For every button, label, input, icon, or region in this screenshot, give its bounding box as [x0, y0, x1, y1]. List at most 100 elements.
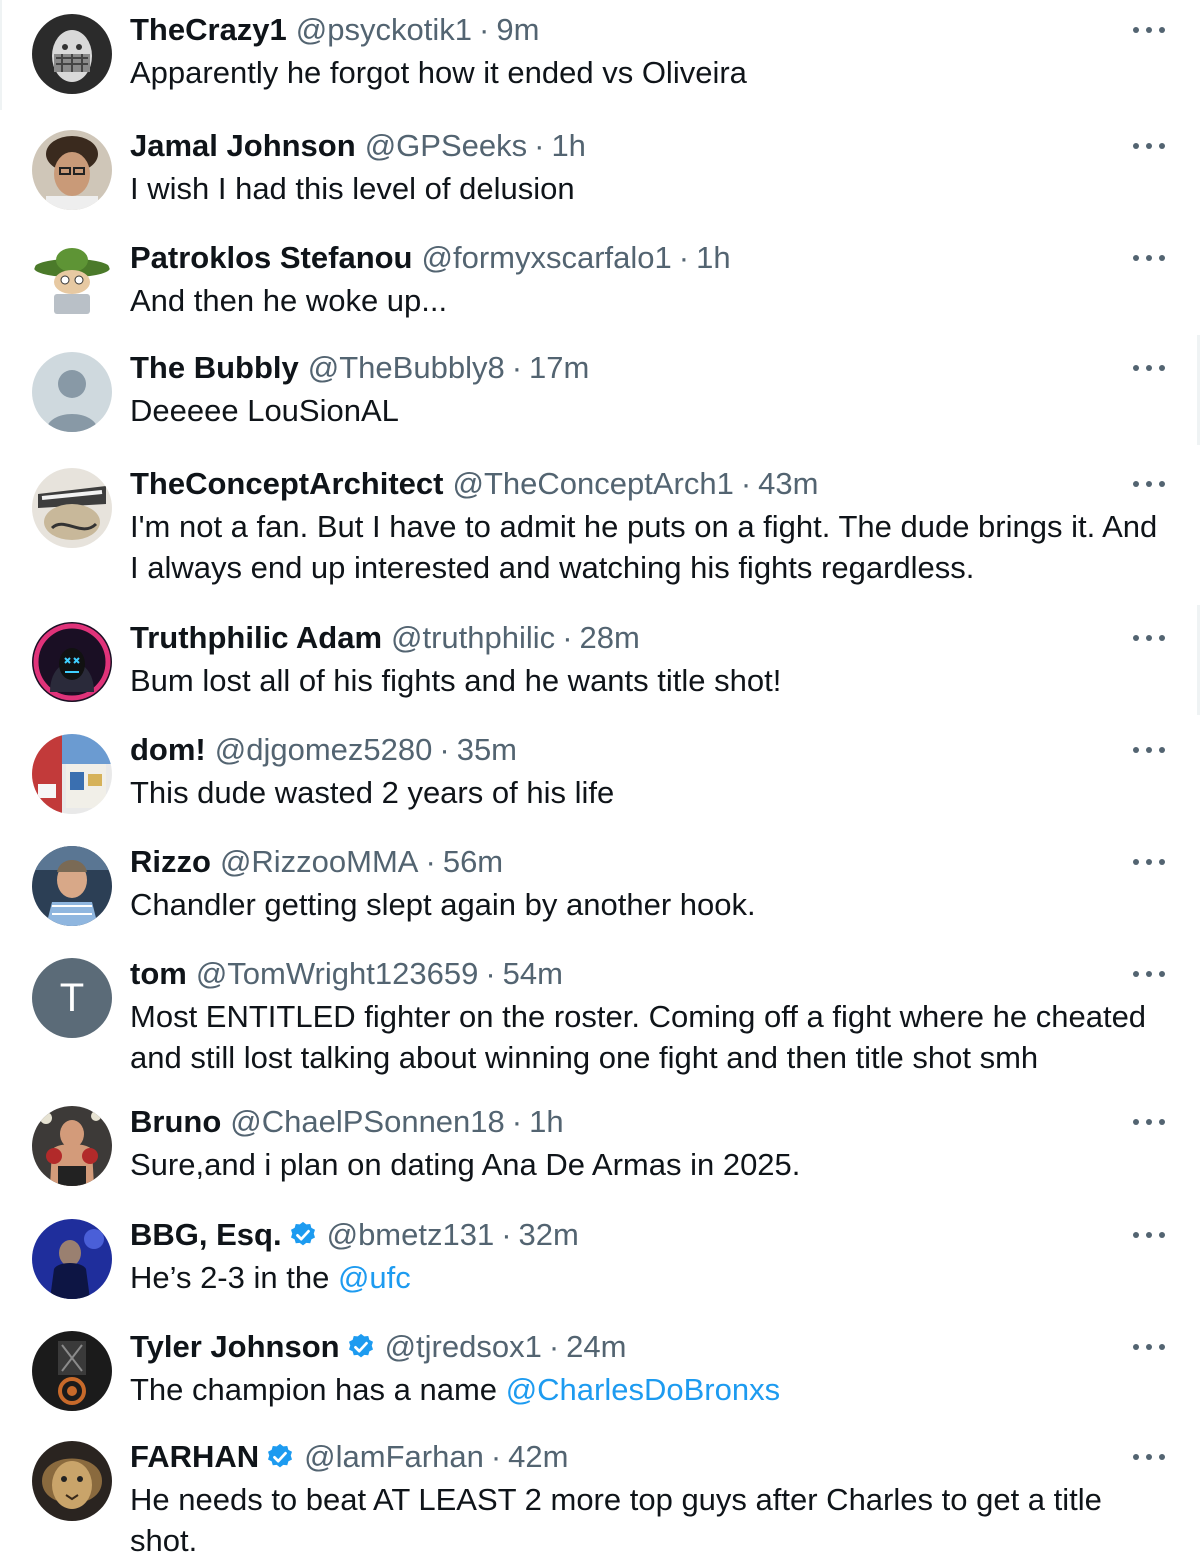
handle[interactable]: @tjredsox1: [385, 1325, 542, 1369]
timestamp[interactable]: 1h: [529, 1100, 563, 1144]
avatar[interactable]: [32, 734, 112, 814]
handle[interactable]: @bmetz131: [327, 1213, 495, 1257]
separator: ·: [485, 956, 496, 991]
avatar-image: [32, 1441, 112, 1521]
display-name[interactable]: dom!: [130, 728, 206, 772]
handle[interactable]: @psyckotik1: [296, 8, 472, 52]
default-avatar-icon: [32, 352, 112, 432]
avatar-image: [32, 1106, 112, 1186]
more-options-icon[interactable]: [1133, 630, 1165, 646]
reply-text: I wish I had this level of delusion: [130, 171, 575, 206]
timestamp[interactable]: 17m: [529, 346, 589, 390]
more-options-icon[interactable]: [1133, 138, 1165, 154]
separator: ·: [490, 1439, 502, 1474]
avatar-letter: T: [59, 976, 85, 1020]
more-options-icon[interactable]: [1133, 1449, 1165, 1465]
more-options-icon[interactable]: [1133, 22, 1165, 38]
handle[interactable]: @RizzooMMA: [220, 840, 419, 884]
display-name[interactable]: TheConceptArchitect: [130, 462, 443, 506]
timestamp[interactable]: 35m: [457, 728, 517, 772]
reply-text: He needs to beat AT LEAST 2 more top guy…: [130, 1482, 1102, 1558]
avatar-image: [32, 846, 112, 926]
display-name[interactable]: TheCrazy1: [130, 8, 287, 52]
more-options-icon[interactable]: [1133, 966, 1165, 982]
avatar-image: [32, 1219, 112, 1299]
separator: ·: [511, 350, 523, 385]
display-name[interactable]: Patroklos Stefanou: [130, 236, 413, 280]
verified-badge-icon: [346, 1332, 376, 1362]
more-options-icon[interactable]: [1133, 476, 1165, 492]
more-options-icon[interactable]: [1133, 854, 1165, 870]
timestamp[interactable]: 32m: [519, 1213, 579, 1257]
timestamp[interactable]: 9m: [496, 8, 539, 52]
handle[interactable]: @lamFarhan: [304, 1435, 484, 1479]
avatar[interactable]: [32, 242, 112, 322]
reply-text: Bum lost all of his fights and he wants …: [130, 663, 782, 698]
timestamp[interactable]: 56m: [443, 840, 503, 884]
avatar[interactable]: [32, 468, 112, 548]
avatar[interactable]: [32, 1219, 112, 1299]
timestamp[interactable]: 1h: [551, 124, 585, 168]
display-name[interactable]: Jamal Johnson: [130, 124, 356, 168]
handle[interactable]: @GPSeeks: [365, 124, 527, 168]
reply-text: Most ENTITLED fighter on the roster. Com…: [130, 999, 1147, 1075]
display-name[interactable]: tom: [130, 952, 187, 996]
timestamp[interactable]: 28m: [580, 616, 640, 660]
timestamp[interactable]: 1h: [696, 236, 730, 280]
display-name[interactable]: Bruno: [130, 1100, 221, 1144]
timestamp[interactable]: 42m: [508, 1435, 568, 1479]
separator: ·: [740, 466, 752, 501]
avatar-image: [32, 622, 112, 702]
separator: ·: [511, 1104, 523, 1139]
mention-link[interactable]: @ufc: [338, 1260, 411, 1295]
display-name[interactable]: FARHAN: [130, 1435, 259, 1479]
avatar-image: [32, 1331, 112, 1411]
avatar[interactable]: T: [32, 958, 112, 1038]
reply-text-body: He’s 2-3 in the: [130, 1260, 330, 1295]
display-name[interactable]: Rizzo: [130, 840, 211, 884]
avatar-image: [32, 14, 112, 94]
handle[interactable]: @ChaelPSonnen18: [230, 1100, 505, 1144]
reply-text: And then he woke up...: [130, 283, 448, 318]
handle[interactable]: @formyxscarfalo1: [422, 236, 672, 280]
more-options-icon[interactable]: [1133, 1227, 1165, 1243]
avatar[interactable]: [32, 352, 112, 432]
verified-badge-icon: [265, 1442, 295, 1472]
reply-text: This dude wasted 2 years of his life: [130, 775, 615, 810]
more-options-icon[interactable]: [1133, 1339, 1165, 1355]
avatar[interactable]: [32, 1106, 112, 1186]
more-options-icon[interactable]: [1133, 742, 1165, 758]
more-options-icon[interactable]: [1133, 1114, 1165, 1130]
display-name[interactable]: BBG, Esq.: [130, 1213, 282, 1257]
handle[interactable]: @TomWright123659: [196, 952, 478, 996]
timestamp[interactable]: 24m: [566, 1325, 626, 1369]
mention-link[interactable]: @CharlesDoBronxs: [506, 1372, 780, 1407]
reply-text-body: The champion has a name: [130, 1372, 498, 1407]
avatar[interactable]: [32, 14, 112, 94]
separator: ·: [562, 620, 573, 655]
timestamp[interactable]: 43m: [758, 462, 818, 506]
avatar[interactable]: [32, 1441, 112, 1521]
avatar-image: [32, 242, 112, 322]
reply-text: Chandler getting slept again by another …: [130, 887, 756, 922]
avatar[interactable]: [32, 1331, 112, 1411]
reply-text: The champion has a name @CharlesDoBronxs: [130, 1369, 1170, 1410]
handle[interactable]: @TheConceptArch1: [452, 462, 733, 506]
timestamp[interactable]: 54m: [503, 952, 563, 996]
handle[interactable]: @truthphilic: [391, 616, 555, 660]
separator: ·: [548, 1329, 560, 1364]
more-options-icon[interactable]: [1133, 250, 1165, 266]
more-options-icon[interactable]: [1133, 360, 1165, 376]
display-name[interactable]: The Bubbly: [130, 346, 299, 390]
avatar-image: [32, 468, 112, 548]
handle[interactable]: @TheBubbly8: [308, 346, 505, 390]
display-name[interactable]: Truthphilic Adam: [130, 616, 382, 660]
avatar[interactable]: [32, 130, 112, 210]
avatar-image: [32, 734, 112, 814]
handle[interactable]: @djgomez5280: [215, 728, 433, 772]
avatar[interactable]: [32, 622, 112, 702]
verified-badge-icon: [288, 1220, 318, 1250]
display-name[interactable]: Tyler Johnson: [130, 1325, 340, 1369]
avatar[interactable]: [32, 846, 112, 926]
separator: ·: [534, 128, 545, 163]
